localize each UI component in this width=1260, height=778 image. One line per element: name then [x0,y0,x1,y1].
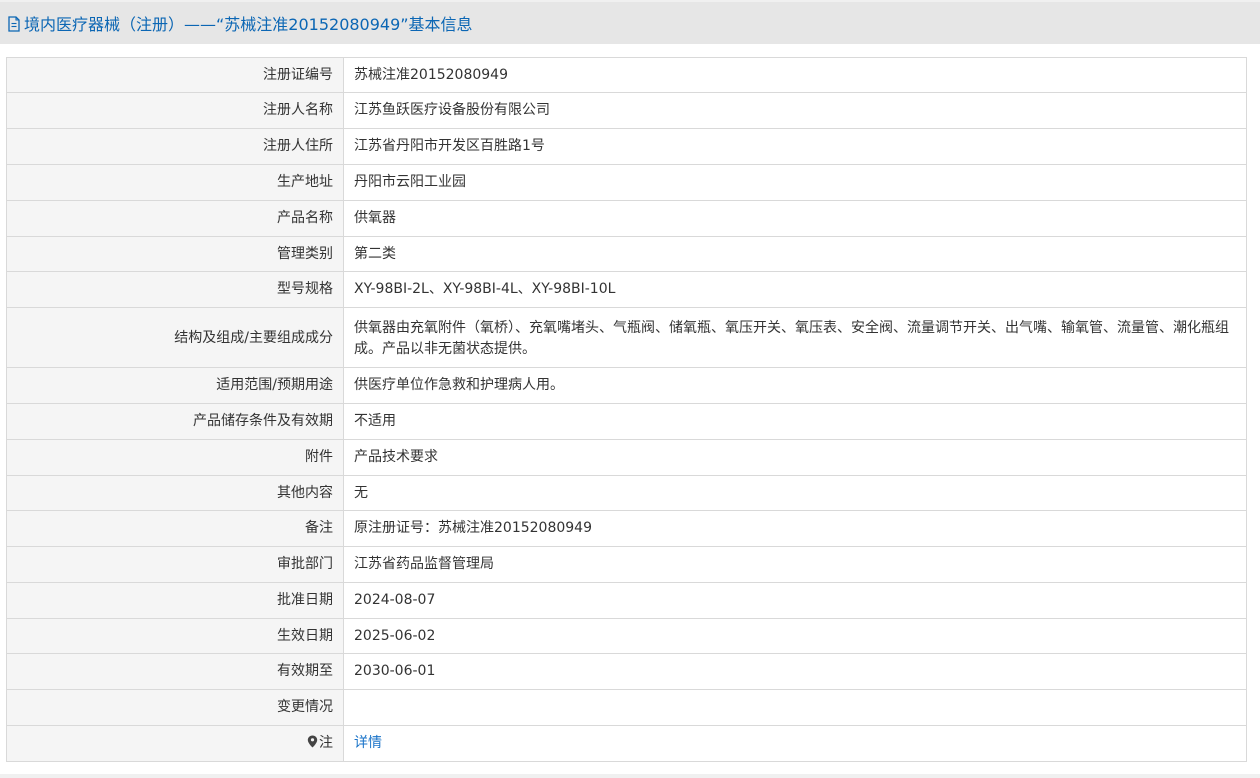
document-icon [8,16,20,32]
table-row: 产品名称 供氧器 [6,200,1247,237]
row-value: 江苏省药品监督管理局 [343,546,1247,583]
note-label-cell: 注 [6,725,344,762]
details-link[interactable]: 详情 [354,735,382,751]
row-label: 管理类别 [6,236,344,272]
row-value: 2025-06-02 [343,618,1247,654]
row-label: 适用范围/预期用途 [6,367,344,404]
row-label: 附件 [6,439,344,476]
row-value: 江苏省丹阳市开发区百胜路1号 [343,128,1247,165]
row-label: 批准日期 [6,582,344,619]
table-row: 审批部门 江苏省药品监督管理局 [6,546,1247,583]
row-label: 结构及组成/主要组成成分 [6,307,344,368]
row-value: 2024-08-07 [343,582,1247,619]
row-label: 注册人名称 [6,92,344,129]
row-label: 审批部门 [6,546,344,583]
table-row: 产品储存条件及有效期 不适用 [6,403,1247,440]
info-panel: 注册证编号 苏械注准20152080949 注册人名称 江苏鱼跃医疗设备股份有限… [0,44,1260,774]
table-row: 批准日期 2024-08-07 [6,582,1247,619]
row-value: XY-98BI-2L、XY-98BI-4L、XY-98BI-10L [343,271,1247,308]
row-label: 生产地址 [6,164,344,201]
row-label: 生效日期 [6,618,344,654]
row-label: 其他内容 [6,475,344,511]
table-row: 管理类别 第二类 [6,236,1247,272]
row-value: 江苏鱼跃医疗设备股份有限公司 [343,92,1247,129]
table-row: 适用范围/预期用途 供医疗单位作急救和护理病人用。 [6,367,1247,404]
table-row: 有效期至 2030-06-01 [6,653,1247,690]
row-label: 变更情况 [6,689,344,726]
row-value: 不适用 [343,403,1247,440]
note-value-cell: 详情 [343,725,1247,762]
table-row: 注册证编号 苏械注准20152080949 [6,57,1247,93]
table-row: 注册人名称 江苏鱼跃医疗设备股份有限公司 [6,92,1247,129]
table-row: 附件 产品技术要求 [6,439,1247,476]
row-label: 备注 [6,510,344,547]
row-value: 2030-06-01 [343,653,1247,690]
row-label: 注册人住所 [6,128,344,165]
row-value [343,689,1247,726]
device-info-table: 注册证编号 苏械注准20152080949 注册人名称 江苏鱼跃医疗设备股份有限… [6,57,1247,762]
row-value: 产品技术要求 [343,439,1247,476]
row-value: 无 [343,475,1247,511]
row-label: 产品名称 [6,200,344,237]
row-value: 供氧器 [343,200,1247,237]
row-value: 原注册证号：苏械注准20152080949 [343,510,1247,547]
row-value: 供氧器由充氧附件（氧桥）、充氧嘴堵头、气瓶阀、储氧瓶、氧压开关、氧压表、安全阀、… [343,307,1247,368]
note-label: 注 [319,735,333,751]
page-title: 境内医疗器械（注册）——“苏械注准20152080949”基本信息 [24,15,473,34]
table-row: 生效日期 2025-06-02 [6,618,1247,654]
row-label: 有效期至 [6,653,344,690]
row-value: 供医疗单位作急救和护理病人用。 [343,367,1247,404]
page-header: 境内医疗器械（注册）——“苏械注准20152080949”基本信息 [0,2,1260,44]
map-pin-icon [307,735,318,748]
table-row: 注册人住所 江苏省丹阳市开发区百胜路1号 [6,128,1247,165]
row-label: 型号规格 [6,271,344,308]
page-bottom-edge [0,774,1260,778]
row-label: 注册证编号 [6,57,344,93]
table-row-note: 注 详情 [6,725,1247,762]
table-row: 其他内容 无 [6,475,1247,511]
row-value: 丹阳市云阳工业园 [343,164,1247,201]
table-row: 变更情况 [6,689,1247,726]
table-row: 备注 原注册证号：苏械注准20152080949 [6,510,1247,547]
table-row: 型号规格 XY-98BI-2L、XY-98BI-4L、XY-98BI-10L [6,271,1247,308]
table-row: 结构及组成/主要组成成分 供氧器由充氧附件（氧桥）、充氧嘴堵头、气瓶阀、储氧瓶、… [6,307,1247,368]
table-row: 生产地址 丹阳市云阳工业园 [6,164,1247,201]
row-value: 苏械注准20152080949 [343,57,1247,93]
row-value: 第二类 [343,236,1247,272]
row-label: 产品储存条件及有效期 [6,403,344,440]
